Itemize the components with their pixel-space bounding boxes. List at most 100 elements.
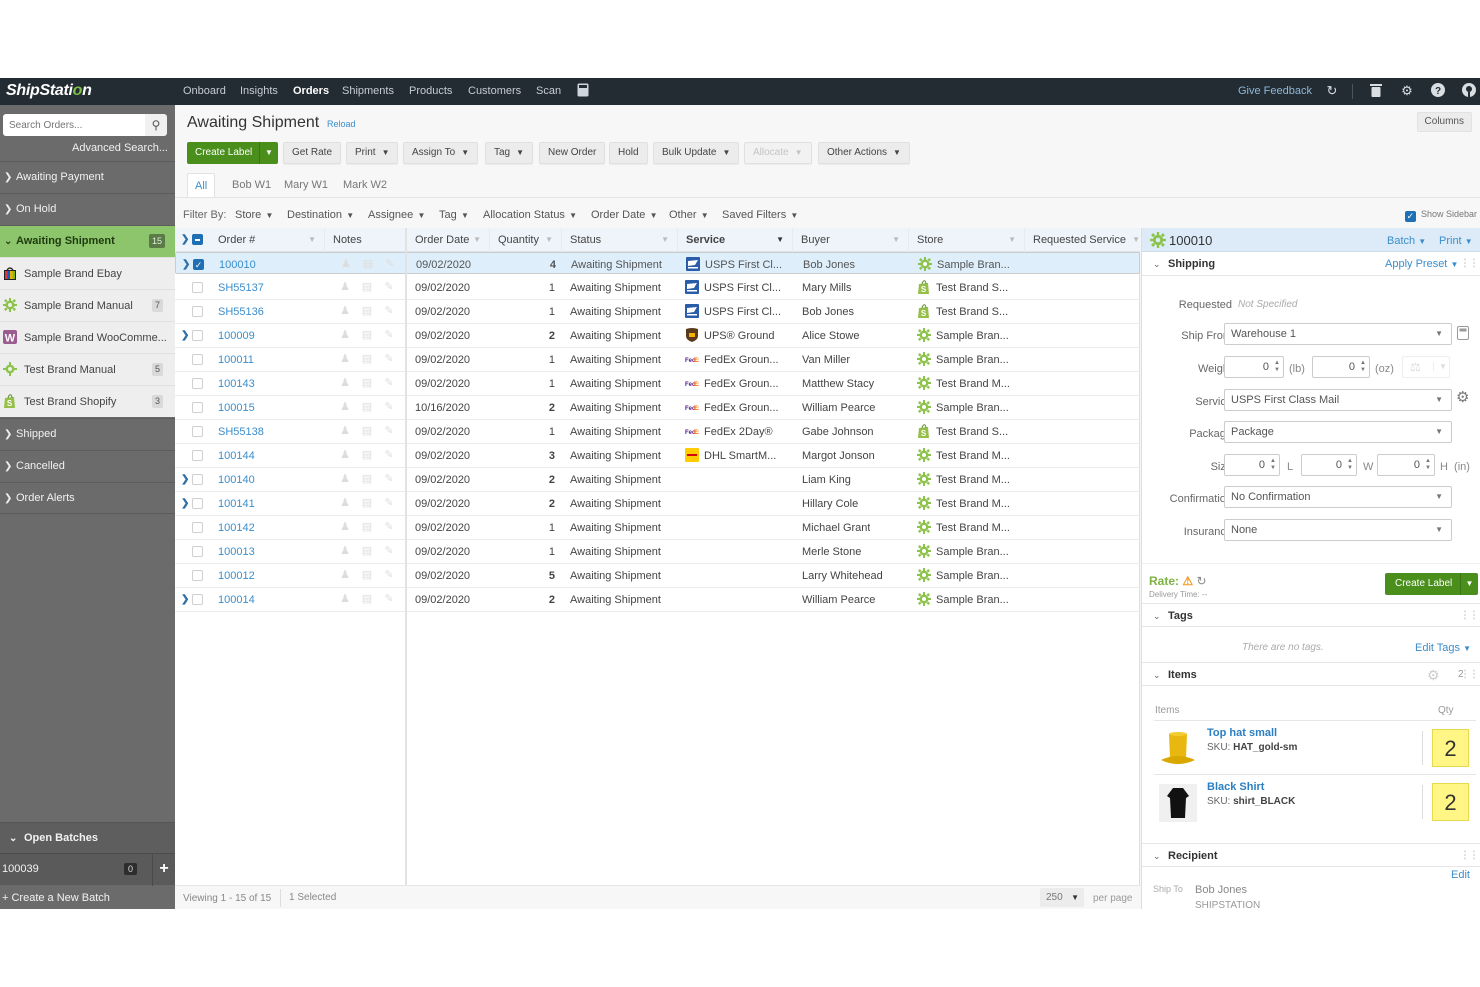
notes-icon[interactable]: ▤ (361, 521, 373, 533)
sidebar-store-sample-brand-woocommerce[interactable]: W Sample Brand WooComme... (0, 321, 175, 353)
nav-customers[interactable]: Customers (468, 85, 521, 97)
print-button[interactable]: Print ▼ (346, 142, 399, 164)
reload-link[interactable]: Reload (327, 119, 356, 129)
order-number-link[interactable]: SH55137 (218, 276, 264, 300)
add-to-batch-button[interactable]: + (152, 854, 175, 886)
order-number-link[interactable]: 100011 (218, 348, 254, 372)
filter-destination[interactable]: Destination ▼ (287, 209, 354, 221)
ship-from-select[interactable]: Warehouse 1 ▼ (1224, 323, 1452, 345)
filter-assignee[interactable]: Assignee ▼ (368, 209, 425, 221)
bulk-update-button[interactable]: Bulk Update ▼ (653, 142, 740, 164)
notes-icon[interactable]: ▤ (361, 425, 373, 437)
new-order-button[interactable]: New Order (539, 142, 606, 164)
order-number-link[interactable]: 100009 (218, 324, 255, 348)
notes-icon[interactable]: ▤ (361, 449, 373, 461)
order-number-link[interactable]: SH55136 (218, 300, 264, 324)
size-height-input[interactable]: 0 ▲ ▼ (1377, 454, 1435, 476)
tab-bob-w1[interactable]: Bob W1 (225, 173, 278, 198)
column-header-status[interactable]: Status ▼ (562, 228, 678, 252)
nav-onboard[interactable]: Onboard (183, 85, 226, 97)
assign-user-icon[interactable]: ♟ (339, 305, 351, 317)
create-label-dropdown-icon[interactable]: ▼ (1460, 573, 1478, 595)
row-checkbox[interactable] (192, 402, 203, 413)
nav-orders[interactable]: Orders (293, 85, 329, 97)
order-number-link[interactable]: 100140 (218, 468, 255, 492)
column-header-order-number[interactable]: Order # ▼ (210, 228, 325, 252)
order-number-link[interactable]: SH55138 (218, 420, 264, 444)
size-length-input[interactable]: 0 ▲ ▼ (1224, 454, 1280, 476)
assign-user-icon[interactable]: ♟ (340, 258, 352, 270)
row-checkbox[interactable] (192, 426, 203, 437)
row-checkbox[interactable] (192, 594, 203, 605)
expand-row-icon[interactable]: ❯ (181, 468, 189, 491)
select-all-checkbox[interactable] (192, 234, 203, 245)
tag-button[interactable]: Tag ▼ (485, 142, 534, 164)
notes-icon[interactable]: ▤ (361, 281, 373, 293)
assign-user-icon[interactable]: ♟ (339, 569, 351, 581)
edit-note-icon[interactable]: ✎ (383, 545, 395, 557)
assign-user-icon[interactable]: ♟ (339, 497, 351, 509)
apply-preset-menu[interactable]: Apply Preset ▼ (1385, 252, 1458, 277)
edit-note-icon[interactable]: ✎ (383, 353, 395, 365)
hold-button[interactable]: Hold (609, 142, 648, 164)
edit-note-icon[interactable]: ✎ (383, 329, 395, 341)
nav-insights[interactable]: Insights (240, 85, 278, 97)
assign-to-button[interactable]: Assign To ▼ (403, 142, 479, 164)
help-icon[interactable]: ? (1430, 83, 1446, 99)
row-checkbox[interactable] (192, 306, 203, 317)
advanced-search-link[interactable]: Advanced Search... (72, 142, 168, 154)
order-number-link[interactable]: 100141 (218, 492, 255, 516)
order-number-link[interactable]: 100143 (218, 372, 255, 396)
item-name-link[interactable]: Top hat small (1207, 727, 1277, 739)
sidebar-item-awaiting-payment[interactable]: ❯ Awaiting Payment (0, 161, 175, 193)
gear-icon[interactable]: ⚙ (1399, 83, 1415, 99)
notes-icon[interactable]: ▤ (361, 305, 373, 317)
edit-note-icon[interactable]: ✎ (383, 377, 395, 389)
spinner-icon[interactable]: ▲ ▼ (1347, 458, 1353, 472)
row-checkbox[interactable] (192, 474, 203, 485)
edit-note-icon[interactable]: ✎ (383, 497, 395, 509)
table-row[interactable]: 100012 ♟ ▤ ✎ 09/02/2020 5 Awaiting Shipment Lar… (175, 564, 1140, 588)
shipping-section-header[interactable]: ⌄ Shipping Apply Preset ▼ ⋮⋮ (1142, 252, 1480, 276)
notes-icon[interactable]: ▤ (361, 569, 373, 581)
tags-section-header[interactable]: ⌄ Tags ⋮⋮ (1142, 603, 1480, 627)
table-row[interactable]: 100013 ♟ ▤ ✎ 09/02/2020 1 Awaiting Shipment Mer… (175, 540, 1140, 564)
allocate-button[interactable]: Allocate ▼ (744, 142, 812, 164)
order-number-link[interactable]: 100142 (218, 516, 255, 540)
shipstation-logo[interactable]: ShipStation (6, 82, 92, 100)
refresh-icon[interactable]: ↻ (1324, 83, 1340, 99)
notes-icon[interactable]: ▤ (362, 258, 374, 270)
assign-user-icon[interactable]: ♟ (339, 473, 351, 485)
order-number-link[interactable]: 100010 (219, 253, 256, 277)
give-feedback-link[interactable]: Give Feedback (1238, 85, 1312, 97)
notes-icon[interactable]: ▤ (361, 497, 373, 509)
table-row[interactable]: 100015 ♟ ▤ ✎ 10/16/2020 2 Awaiting Shipment Fed… (175, 396, 1140, 420)
column-header-quantity[interactable]: Quantity ▼ (490, 228, 562, 252)
print-menu[interactable]: Print ▼ (1439, 235, 1473, 247)
open-batches-header[interactable]: ⌄ Open Batches (0, 822, 175, 853)
confirmation-select[interactable]: No Confirmation ▼ (1224, 486, 1452, 508)
checkbox-checked-icon[interactable]: ✓ (1404, 211, 1416, 222)
batch-menu[interactable]: Batch ▼ (1387, 235, 1426, 247)
order-number-link[interactable]: 100014 (218, 588, 255, 612)
items-settings-gear-icon[interactable]: ⚙ (1427, 663, 1440, 687)
nav-shipments[interactable]: Shipments (342, 85, 394, 97)
create-new-batch-link[interactable]: + Create a New Batch (2, 892, 110, 904)
account-icon[interactable] (1461, 83, 1477, 99)
filter-allocation-status[interactable]: Allocation Status ▼ (483, 209, 577, 221)
calculator-icon[interactable] (1457, 326, 1469, 340)
insurance-select[interactable]: None ▼ (1224, 519, 1452, 541)
row-checkbox[interactable] (192, 450, 203, 461)
package-select[interactable]: Package ▼ (1224, 421, 1452, 443)
column-header-store[interactable]: Store ▼ (909, 228, 1025, 252)
edit-note-icon[interactable]: ✎ (383, 305, 395, 317)
show-sidebar-toggle[interactable]: ✓ Show Sidebar (1404, 209, 1477, 222)
table-row[interactable]: 100011 ♟ ▤ ✎ 09/02/2020 1 Awaiting Shipment Fed… (175, 348, 1140, 372)
notes-icon[interactable]: ▤ (361, 377, 373, 389)
notes-icon[interactable]: ▤ (361, 353, 373, 365)
table-row[interactable]: SH55138 ♟ ▤ ✎ 09/02/2020 1 Awaiting Shipment Fe… (175, 420, 1140, 444)
order-number-link[interactable]: 100013 (218, 540, 255, 564)
table-row[interactable]: ❯ ✓ 100010 ♟ ▤ ✎ 09/02/2020 4 Awaiting Shipment U… (175, 252, 1140, 274)
table-row[interactable]: SH55136 ♟ ▤ ✎ 09/02/2020 1 Awaiting Shipment US… (175, 300, 1140, 324)
weight-lb-input[interactable]: 0 ▲ ▼ (1224, 356, 1284, 378)
